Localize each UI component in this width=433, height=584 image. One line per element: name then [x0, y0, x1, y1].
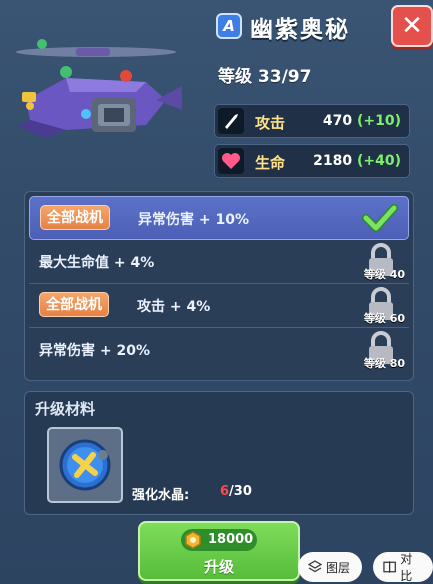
heart-icon: [218, 148, 244, 174]
trait-row: 最大生命值 + 4% 等级 40: [29, 240, 409, 284]
unlock-level: 等级 80: [363, 357, 405, 370]
ship-name: 幽紫奥秘: [250, 17, 350, 43]
upgrade-cost: 18000: [208, 532, 254, 547]
upgrade-label: 升级: [203, 558, 234, 576]
trait-scope-tag: 全部战机: [39, 292, 109, 317]
cost-pill: 18000: [181, 529, 257, 551]
trait-row: 全部战机 攻击 + 4% 等级 60: [29, 284, 409, 328]
close-button[interactable]: ✕: [391, 5, 433, 47]
unlock-level: 等级 40: [363, 268, 405, 281]
stat-row-health: 生命 2180 (+40): [214, 144, 410, 178]
trait-row: 全部战机 异常伤害 + 10%: [29, 196, 409, 240]
close-icon: ✕: [401, 11, 423, 41]
trait-scope-tag: 全部战机: [40, 205, 110, 230]
trait-text: 攻击 + 4%: [137, 299, 211, 315]
compare-icon: [383, 561, 396, 573]
stat-value: 2180 (+40): [313, 153, 401, 169]
layers-label: 图层: [326, 560, 351, 575]
upgrade-materials-panel: 升级材料 强化水晶: 6/30: [24, 391, 414, 515]
trait-text: 最大生命值 + 4%: [39, 255, 155, 271]
material-count: 6/30: [220, 484, 252, 499]
compare-label: 对比: [400, 552, 413, 583]
helicopter-image: [16, 39, 182, 138]
stat-value: 470 (+10): [322, 113, 401, 129]
checkmark-icon: [362, 204, 398, 232]
materials-title: 升级材料: [35, 400, 96, 418]
stat-label: 攻击: [255, 114, 286, 132]
crystal-icon: [59, 439, 111, 491]
rank-badge: A: [216, 13, 242, 39]
material-name: 强化水晶:: [132, 488, 190, 503]
stat-label: 生命: [255, 154, 286, 172]
ship-level: 等级 33/97: [218, 67, 312, 87]
layers-icon: [308, 560, 322, 573]
layers-button[interactable]: 图层: [298, 552, 362, 582]
stat-row-attack: 攻击 470 (+10): [214, 104, 410, 138]
sword-icon: [218, 108, 244, 134]
upgrade-button[interactable]: 18000 升级: [138, 521, 300, 581]
trait-list: 全部战机 异常伤害 + 10% 最大生命值 + 4% 等级 40 全部战机 攻击…: [24, 191, 414, 381]
trait-text: 异常伤害 + 10%: [138, 212, 249, 228]
unlock-level: 等级 60: [363, 312, 405, 325]
compare-button[interactable]: 对比: [373, 552, 433, 583]
coin-icon: [185, 531, 201, 549]
trait-text: 异常伤害 + 20%: [39, 343, 150, 359]
trait-row: 异常伤害 + 20% 等级 80: [29, 328, 409, 372]
material-slot[interactable]: [47, 427, 123, 503]
